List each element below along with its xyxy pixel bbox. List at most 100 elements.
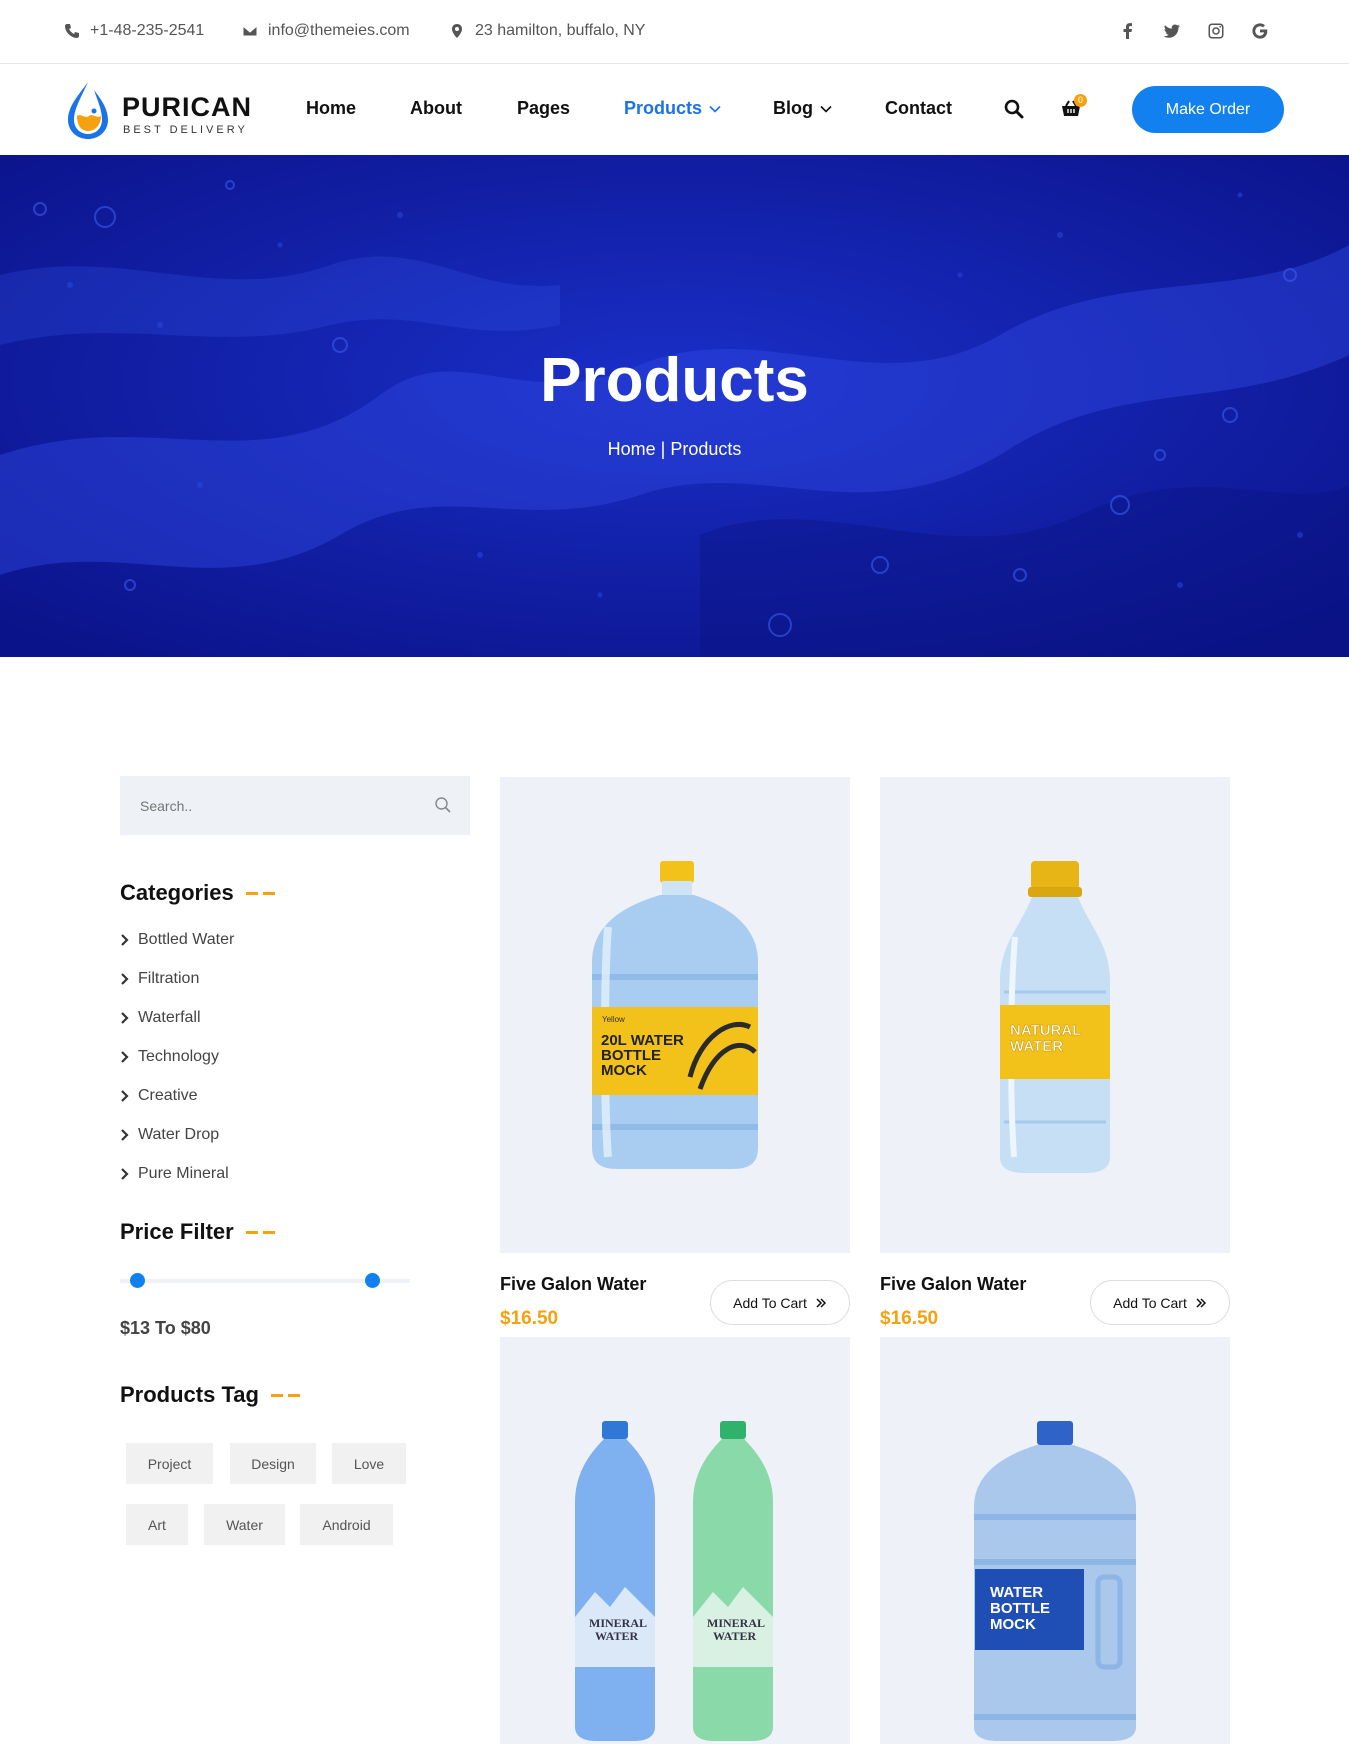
chevron-right-icon xyxy=(121,934,129,946)
nav-home[interactable]: Home xyxy=(306,98,356,119)
breadcrumb-home[interactable]: Home xyxy=(608,439,656,459)
breadcrumb: Home | Products xyxy=(0,439,1349,460)
bottle-blue-label-line1: MINERAL xyxy=(589,1616,647,1630)
double-chevron-right-icon xyxy=(816,1297,826,1308)
category-item[interactable]: Technology xyxy=(120,1048,219,1066)
bottle-green-label-line2: WATER xyxy=(713,1629,756,1643)
jug-label-small: Yellow xyxy=(602,1015,625,1024)
bottle-label-line2: WATER xyxy=(1010,1038,1063,1055)
chevron-down-icon xyxy=(709,105,721,113)
logo-name: PURICAN xyxy=(122,92,253,122)
chevron-right-icon xyxy=(121,1051,129,1063)
chevron-right-icon xyxy=(121,973,129,985)
category-item[interactable]: Filtration xyxy=(120,970,199,988)
category-label: Technology xyxy=(138,1048,219,1065)
price-slider-min-handle[interactable] xyxy=(130,1273,145,1288)
price-filter-widget-title: Price Filter xyxy=(120,1219,275,1245)
nav-about[interactable]: About xyxy=(410,98,462,119)
product-name[interactable]: Five Galon Water xyxy=(880,1274,1026,1295)
category-item[interactable]: Waterfall xyxy=(120,1009,201,1027)
price-slider-max-handle[interactable] xyxy=(365,1273,380,1288)
nav-products-label: Products xyxy=(624,98,703,118)
product-card[interactable]: Yellow 20L WATER BOTTLE MOCK xyxy=(500,777,850,1253)
category-item[interactable]: Creative xyxy=(120,1087,198,1105)
products-tag-title-text: Products Tag xyxy=(120,1382,259,1407)
tag-design[interactable]: Design xyxy=(230,1443,316,1484)
nav-contact[interactable]: Contact xyxy=(885,98,952,119)
bottle-blue-label-line2: WATER xyxy=(595,1629,638,1643)
product-card[interactable]: NATURAL WATER xyxy=(880,777,1230,1253)
search-icon[interactable] xyxy=(1003,98,1025,120)
page-hero-banner: Products Home | Products xyxy=(0,155,1349,657)
map-marker-icon xyxy=(452,24,462,38)
tag-android[interactable]: Android xyxy=(300,1504,393,1545)
category-item[interactable]: Bottled Water xyxy=(120,931,234,949)
nav-products[interactable]: Products xyxy=(624,98,722,119)
chevron-right-icon xyxy=(121,1012,129,1024)
search-icon[interactable] xyxy=(434,796,452,814)
category-label: Filtration xyxy=(138,970,200,987)
facebook-icon[interactable] xyxy=(1119,22,1137,40)
categories-widget-title: Categories xyxy=(120,880,275,906)
water-bottle-image: NATURAL WATER xyxy=(1000,861,1110,1173)
add-to-cart-button[interactable]: Add To Cart xyxy=(710,1280,850,1325)
nav-blog[interactable]: Blog xyxy=(773,98,833,119)
category-item[interactable]: Pure Mineral xyxy=(120,1165,229,1183)
jug-blue-label-line3: MOCK xyxy=(990,1616,1036,1633)
product-card[interactable]: WATER BOTTLE MOCK xyxy=(880,1337,1230,1744)
tag-project[interactable]: Project xyxy=(126,1443,213,1484)
category-label: Creative xyxy=(138,1087,198,1104)
mineral-water-bottles-image: MINERAL WATER MINERAL WATER xyxy=(575,1421,773,1741)
main-header: PURICAN BEST DELIVERY Home About Pages P… xyxy=(0,64,1349,154)
product-card[interactable]: MINERAL WATER MINERAL WATER xyxy=(500,1337,850,1744)
chevron-right-icon xyxy=(121,1129,129,1141)
title-accent-dashes xyxy=(245,891,275,895)
product-price: $16.50 xyxy=(880,1308,939,1329)
envelope-icon xyxy=(242,25,258,37)
add-to-cart-label: Add To Cart xyxy=(1113,1294,1187,1311)
title-accent-dashes xyxy=(270,1393,300,1397)
contact-email[interactable]: info@themeies.com xyxy=(242,22,410,40)
instagram-icon[interactable] xyxy=(1207,22,1225,40)
page-title: Products xyxy=(540,346,809,415)
social-links xyxy=(1119,22,1269,40)
address-text: 23 hamilton, buffalo, NY xyxy=(475,22,646,39)
make-order-button[interactable]: Make Order xyxy=(1132,86,1284,133)
water-drop-logo-icon xyxy=(68,82,108,139)
phone-icon xyxy=(65,24,79,38)
double-chevron-right-icon xyxy=(1196,1297,1206,1308)
tag-water[interactable]: Water xyxy=(204,1504,285,1545)
price-filter-title-text: Price Filter xyxy=(120,1219,234,1244)
add-to-cart-button[interactable]: Add To Cart xyxy=(1090,1280,1230,1325)
bottle-green-label-line1: MINERAL xyxy=(707,1616,765,1630)
products-tag-widget-title: Products Tag xyxy=(120,1382,300,1408)
google-icon[interactable] xyxy=(1251,22,1269,40)
product-name[interactable]: Five Galon Water xyxy=(500,1274,646,1295)
categories-title-text: Categories xyxy=(120,880,234,905)
nav-home-label: Home xyxy=(306,98,357,118)
tag-art[interactable]: Art xyxy=(126,1504,188,1545)
category-label: Water Drop xyxy=(138,1126,220,1143)
nav-pages[interactable]: Pages xyxy=(517,98,570,119)
breadcrumb-separator: | xyxy=(655,439,671,459)
contact-phone[interactable]: +1-48-235-2541 xyxy=(64,22,204,40)
nav-about-label: About xyxy=(410,98,462,118)
cart-count-badge: 0 xyxy=(1074,94,1087,107)
tag-love[interactable]: Love xyxy=(332,1443,406,1484)
chevron-right-icon xyxy=(121,1090,129,1102)
bottle-label-line1: NATURAL xyxy=(1010,1022,1081,1039)
twitter-icon[interactable] xyxy=(1163,22,1181,40)
product-price: $16.50 xyxy=(500,1308,559,1329)
phone-text: +1-48-235-2541 xyxy=(90,22,205,39)
nav-blog-label: Blog xyxy=(773,98,813,118)
category-item[interactable]: Water Drop xyxy=(120,1126,219,1144)
title-accent-dashes xyxy=(245,1230,275,1234)
site-logo[interactable]: PURICAN BEST DELIVERY xyxy=(64,78,254,142)
email-text: info@themeies.com xyxy=(268,22,410,39)
search-input[interactable] xyxy=(120,776,420,835)
water-jug-image: Yellow 20L WATER BOTTLE MOCK xyxy=(592,861,758,1169)
top-bar: +1-48-235-2541 info@themeies.com 23 hami… xyxy=(0,0,1349,64)
category-label: Bottled Water xyxy=(138,931,235,948)
price-range-value: $13 To $80 xyxy=(120,1318,211,1338)
jug-label-line3: MOCK xyxy=(601,1062,647,1079)
